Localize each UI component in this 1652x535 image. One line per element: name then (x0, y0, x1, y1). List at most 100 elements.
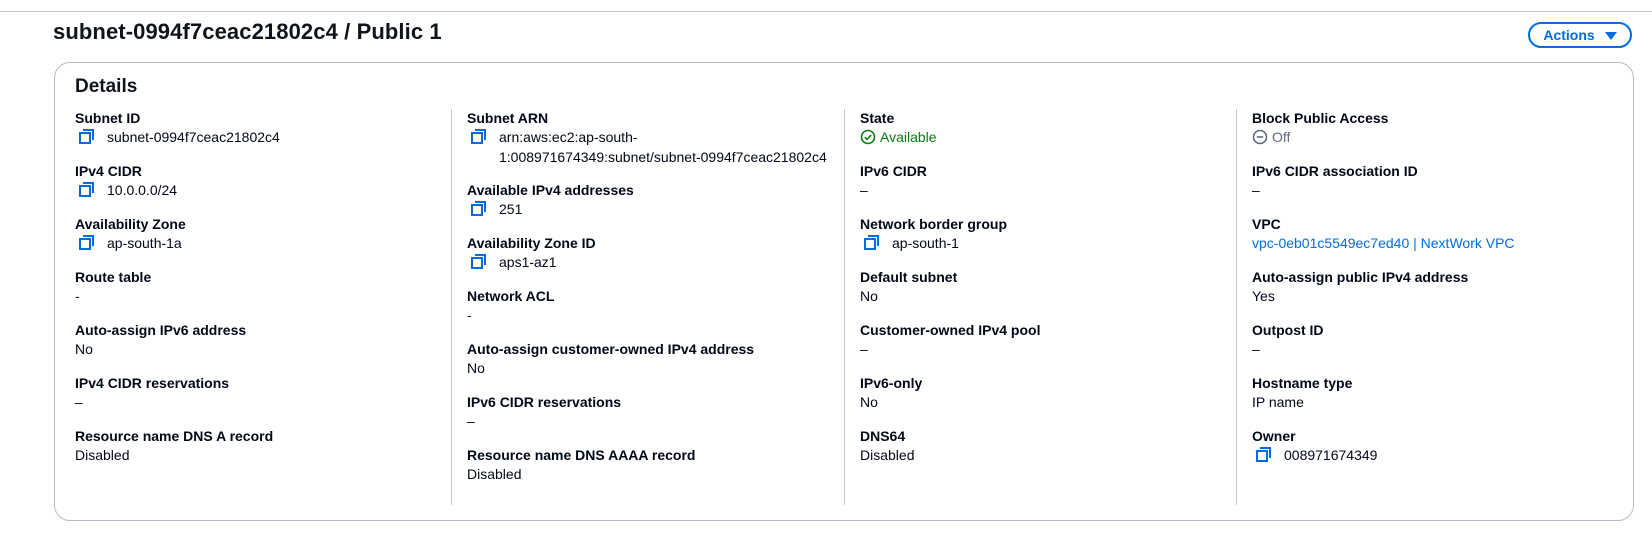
detail-value: No (860, 394, 878, 410)
details-panel: Details Subnet ID subnet-0994f7ceac21802c… (54, 62, 1634, 521)
detail-value-row: 10.0.0.0/24 (75, 180, 435, 200)
detail-field: Network border group ap-south-1 (860, 215, 1220, 253)
detail-label: Network ACL (467, 288, 555, 304)
detail-value: Yes (1252, 288, 1275, 304)
detail-field: Default subnet No (860, 268, 1220, 306)
detail-field: Customer-owned IPv4 pool – (860, 321, 1220, 359)
details-title: Details (75, 76, 138, 97)
detail-value-row: Off (1252, 127, 1612, 147)
detail-value: No (860, 288, 878, 304)
detail-value: IP name (1252, 394, 1304, 410)
detail-field: IPv6 CIDR association ID – (1252, 162, 1612, 200)
detail-label: Outpost ID (1252, 322, 1324, 338)
detail-label: Network border group (860, 216, 1008, 232)
detail-field: Availability Zone ap-south-1a (75, 215, 435, 253)
detail-value-row: 008971674349 (1252, 445, 1612, 465)
detail-label: IPv6 CIDR reservations (467, 394, 622, 410)
detail-value: Available (880, 129, 937, 145)
copy-icon[interactable] (469, 252, 489, 272)
detail-label: Availability Zone (75, 216, 186, 232)
copy-icon[interactable] (1254, 445, 1274, 465)
detail-field: Subnet ID subnet-0994f7ceac21802c4 (75, 109, 435, 147)
detail-value-row: No (467, 358, 827, 378)
detail-value: Disabled (860, 447, 915, 463)
copy-icon[interactable] (77, 127, 97, 147)
detail-field: Available IPv4 addresses 251 (467, 181, 827, 219)
detail-field: Auto-assign customer-owned IPv4 address N… (467, 340, 827, 378)
vpc-link[interactable]: vpc-0eb01c5549ec7ed40 | NextWork VPC (1252, 233, 1515, 253)
detail-value-row: No (860, 392, 1220, 412)
caret-down-icon (1604, 32, 1617, 40)
detail-value: ap-south-1 (892, 235, 959, 251)
detail-value-row: ap-south-1a (75, 233, 435, 253)
detail-field: VPC vpc-0eb01c5549ec7ed40 | NextWork VPC (1252, 215, 1612, 253)
detail-field: Resource name DNS A record Disabled (75, 427, 435, 465)
detail-field: Auto-assign IPv6 address No (75, 321, 435, 359)
column-divider (1236, 109, 1237, 505)
actions-button-label: Actions (1543, 27, 1595, 43)
detail-label: Auto-assign customer-owned IPv4 address (467, 341, 755, 357)
detail-label: Hostname type (1252, 375, 1353, 391)
detail-label: IPv6 CIDR association ID (1252, 163, 1418, 179)
detail-label: Owner (1252, 428, 1296, 444)
detail-label: Customer-owned IPv4 pool (860, 322, 1041, 338)
detail-value-row: vpc-0eb01c5549ec7ed40 | NextWork VPC (1252, 233, 1612, 253)
detail-value: - (75, 288, 80, 304)
detail-value: ap-south-1a (107, 235, 182, 251)
detail-value: Disabled (467, 466, 522, 482)
detail-value-row: No (75, 339, 435, 359)
detail-label: Auto-assign IPv6 address (75, 322, 247, 338)
detail-field: Auto-assign public IPv4 address Yes (1252, 268, 1612, 306)
detail-label: Subnet ID (75, 110, 141, 126)
copy-icon[interactable] (469, 127, 489, 147)
detail-field: Hostname type IP name (1252, 374, 1612, 412)
detail-value-row: – (860, 180, 1220, 200)
detail-label: Default subnet (860, 269, 958, 285)
detail-value-row: 251 (467, 199, 827, 219)
actions-button[interactable]: Actions (1528, 22, 1632, 48)
detail-value-row: – (1252, 180, 1612, 200)
detail-label: Resource name DNS AAAA record (467, 447, 696, 463)
detail-label: Subnet ARN (467, 110, 549, 126)
detail-value: – (1252, 341, 1260, 357)
detail-field: DNS64 Disabled (860, 427, 1220, 465)
detail-value: – (860, 341, 868, 357)
copy-icon[interactable] (77, 180, 97, 200)
detail-field: IPv6 CIDR reservations – (467, 393, 827, 431)
detail-label: Availability Zone ID (467, 235, 596, 251)
detail-value: – (75, 394, 83, 410)
detail-value-row: IP name (1252, 392, 1612, 412)
detail-value-row: Available (860, 127, 1220, 147)
detail-value-row: No (860, 286, 1220, 306)
detail-value-row: Disabled (467, 464, 827, 484)
detail-value: Off (1272, 129, 1291, 145)
detail-label: State (860, 110, 895, 126)
detail-field: Owner 008971674349 (1252, 427, 1612, 465)
detail-value-row: Yes (1252, 286, 1612, 306)
detail-label: Route table (75, 269, 152, 285)
detail-value: - (467, 307, 472, 323)
detail-field: Availability Zone ID aps1-az1 (467, 234, 827, 272)
detail-label: Block Public Access (1252, 110, 1389, 126)
detail-field: Resource name DNS AAAA record Disabled (467, 446, 827, 484)
page-title: subnet-0994f7ceac21802c4 / Public 1 (53, 19, 442, 44)
detail-value: – (467, 413, 475, 429)
copy-icon[interactable] (862, 233, 882, 253)
detail-value-row: - (467, 305, 827, 325)
detail-value-row: – (467, 411, 827, 431)
detail-label: Resource name DNS A record (75, 428, 274, 444)
detail-value-row: subnet-0994f7ceac21802c4 (75, 127, 435, 147)
column-divider (844, 109, 845, 505)
detail-label: IPv4 CIDR reservations (75, 375, 230, 391)
detail-value-row: Disabled (75, 445, 435, 465)
detail-value-row: arn:aws:ec2:ap-south- 1:008971674349:sub… (467, 127, 827, 167)
copy-icon[interactable] (469, 199, 489, 219)
detail-field: IPv4 CIDR reservations – (75, 374, 435, 412)
copy-icon[interactable] (77, 233, 97, 253)
detail-label: Available IPv4 addresses (467, 182, 634, 198)
detail-value-row: ap-south-1 (860, 233, 1220, 253)
detail-value: 251 (499, 201, 523, 217)
detail-field: Block Public Access Off (1252, 109, 1612, 147)
detail-field: IPv4 CIDR 10.0.0.0/24 (75, 162, 435, 200)
detail-value: 10.0.0.0/24 (107, 182, 178, 198)
